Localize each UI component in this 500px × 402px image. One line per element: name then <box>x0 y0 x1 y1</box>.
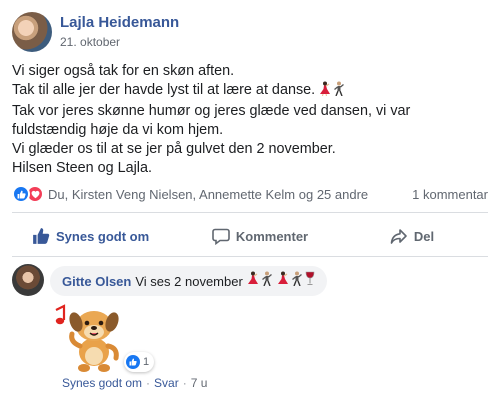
like-button-label: Synes godt om <box>56 228 150 244</box>
comment-count[interactable]: 1 kommentar <box>412 187 488 202</box>
action-bar: Synes godt om Kommenter Del <box>12 220 488 252</box>
sticker-reaction-number: 1 <box>143 356 150 368</box>
like-reaction-icon <box>126 355 140 369</box>
comment-text: Vi ses 2 november <box>135 273 243 289</box>
comment-actions: Synes godt om · Svar · 7 u <box>62 376 207 390</box>
post-line-1: Vi siger også tak for en skøn aften. <box>12 63 235 79</box>
dancer-woman-emoji <box>317 81 331 102</box>
share-icon <box>390 229 407 244</box>
comment-bubble: Gitte Olsen Vi ses 2 november <box>50 266 327 296</box>
post-date[interactable]: 21. oktober <box>60 34 179 50</box>
reactions-summary: Du, Kirsten Veng Nielsen, Annemette Kelm… <box>12 184 488 204</box>
reactions-left[interactable]: Du, Kirsten Veng Nielsen, Annemette Kelm… <box>12 185 368 203</box>
comment-button[interactable]: Kommenter <box>184 227 336 245</box>
comment-like-link[interactable]: Synes godt om <box>62 376 142 390</box>
divider <box>12 256 488 257</box>
post-line-2-text: Tak til alle jer der havde lyst til at l… <box>12 82 316 98</box>
post-body: Vi siger også tak for en skøn aften. Tak… <box>12 62 488 178</box>
author-avatar[interactable] <box>12 12 52 52</box>
comment-button-label: Kommenter <box>235 228 309 244</box>
like-button[interactable]: Synes godt om <box>12 227 184 245</box>
post-line-4: Vi glæder os til at se jer på gulvet den… <box>12 141 336 157</box>
comment-author[interactable]: Gitte Olsen <box>62 274 131 289</box>
separator: · <box>182 376 187 390</box>
like-reaction-icon <box>12 185 30 203</box>
post-header: Lajla Heidemann 21. oktober <box>12 12 179 52</box>
divider <box>12 212 488 213</box>
dancer-woman-emoji <box>245 271 259 291</box>
dancer-man-emoji <box>261 271 273 291</box>
thumbs-up-icon <box>33 228 50 244</box>
comment: Gitte Olsen Vi ses 2 november <box>12 264 327 296</box>
post-line-2: Tak til alle jer der havde lyst til at l… <box>12 81 488 102</box>
dancing-dog-sticker[interactable] <box>50 296 130 374</box>
post-header-text: Lajla Heidemann 21. oktober <box>60 14 179 50</box>
comment-icon <box>212 228 230 245</box>
dancer-man-emoji <box>333 81 345 102</box>
reaction-names[interactable]: Du, Kirsten Veng Nielsen, Annemette Kelm… <box>48 187 368 202</box>
dancer-woman-emoji <box>275 271 289 291</box>
share-button[interactable]: Del <box>336 227 488 245</box>
separator: · <box>146 376 151 390</box>
share-button-label: Del <box>413 228 435 244</box>
wine-glass-emoji <box>305 271 315 291</box>
sticker-reaction-count[interactable]: 1 <box>124 352 155 372</box>
post-line-5: Hilsen Steen og Lajla. <box>12 160 152 176</box>
comment-time[interactable]: 7 u <box>191 376 208 390</box>
post-author-name[interactable]: Lajla Heidemann <box>60 14 179 32</box>
dancer-man-emoji <box>291 271 303 291</box>
comment-reply-link[interactable]: Svar <box>154 376 179 390</box>
commenter-avatar[interactable] <box>12 264 44 296</box>
post-line-3: Tak vor jeres skønne humør og jeres glæd… <box>12 103 411 138</box>
